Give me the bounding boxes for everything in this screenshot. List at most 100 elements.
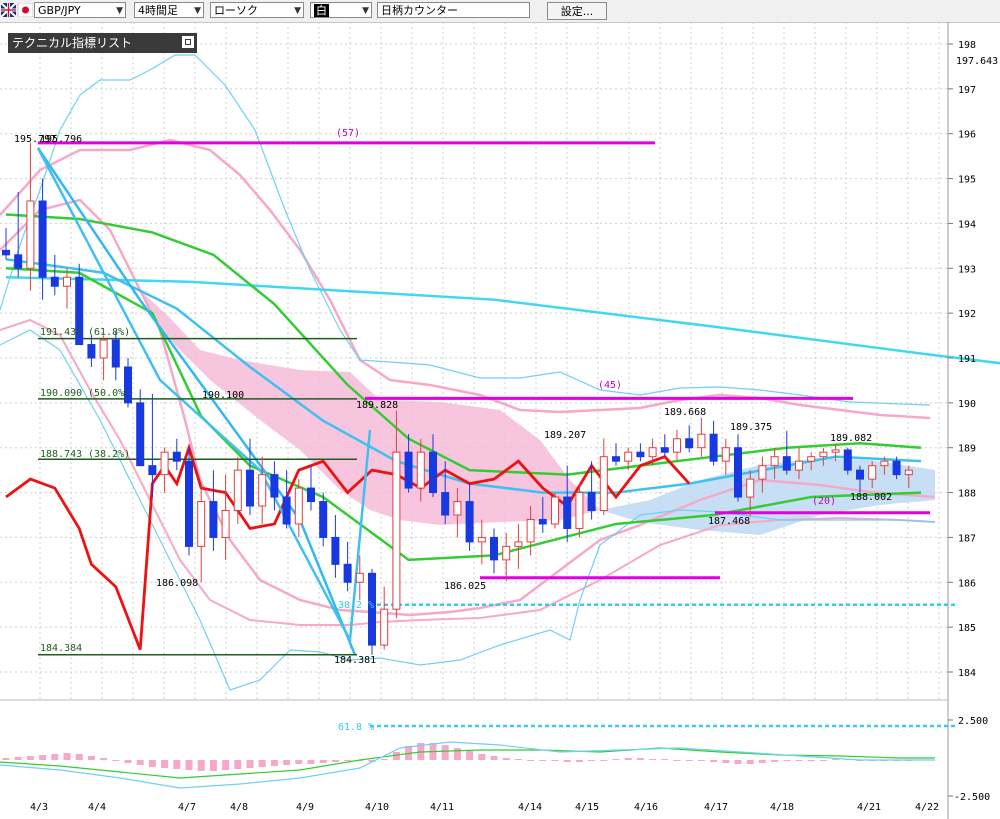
technical-indicator-panel[interactable]: テクニカル指標リスト: [8, 33, 197, 53]
candle-body: [221, 510, 230, 538]
price-tick-label: 196: [958, 130, 976, 141]
fib-label-low: 184.384: [40, 643, 82, 654]
macd-histogram-bar: [124, 760, 132, 763]
macd-histogram-bar: [478, 754, 486, 760]
candle-body: [392, 451, 401, 610]
candle-body: [892, 460, 901, 476]
swing-label-190100: 190.100: [202, 390, 244, 401]
macd-histogram-bar: [710, 760, 718, 762]
macd-histogram-bar: [722, 760, 730, 763]
candle-body: [624, 451, 633, 462]
fib-label-500: 190.090: [40, 388, 82, 399]
macd-histogram-bar: [136, 760, 144, 765]
macd-histogram-bar: [807, 760, 815, 761]
candle-body: [502, 545, 511, 561]
macd-panel: 2.500 -2.500: [0, 716, 990, 803]
candle-body: [782, 456, 791, 471]
candle-body: [551, 496, 559, 525]
count-label-45: (45): [598, 380, 622, 391]
candle-body: [831, 449, 840, 453]
bollinger-bands: [0, 54, 936, 691]
candle-body: [294, 487, 303, 525]
candle-body: [270, 474, 279, 498]
date-tick-label: 4/11: [430, 802, 454, 813]
candle-body: [416, 451, 425, 489]
macd-histogram-bar: [75, 754, 83, 760]
candle-body: [197, 501, 206, 547]
price-tick-label: 189: [958, 444, 976, 455]
count-label-20: (20): [812, 496, 836, 507]
candle-body: [660, 447, 669, 453]
date-tick-label: 4/17: [704, 802, 728, 813]
macd-histogram-bar: [161, 760, 169, 768]
macd-histogram-bar: [307, 760, 315, 764]
macd-histogram-bar: [771, 760, 779, 762]
swing-label-189375: 189.375: [730, 422, 772, 433]
date-tick-label: 4/15: [575, 802, 599, 813]
candle-body: [807, 456, 816, 462]
price-tick-label: 184: [958, 668, 976, 679]
macd-histogram-bar: [51, 754, 59, 760]
candle-body: [648, 447, 657, 458]
macd-histogram-bar: [600, 760, 608, 761]
macd-histogram-bar: [258, 760, 266, 767]
macd-histogram-bar: [209, 760, 217, 771]
macd-histogram-bar: [502, 758, 510, 760]
candle-body: [843, 449, 852, 471]
macd-histogram-bar: [2, 758, 10, 760]
candle-body: [404, 451, 413, 489]
macd-histogram-bar: [39, 755, 47, 760]
candle-body: [209, 501, 218, 538]
macd-histogram-bar: [185, 760, 193, 770]
price-tick-label: 198: [958, 40, 976, 51]
candle-body: [355, 572, 364, 583]
candle-body: [441, 492, 450, 516]
macd-tick-label: -2.500: [954, 792, 990, 803]
macd-tick-label: 2.500: [958, 716, 988, 727]
macd-histogram-bar: [783, 760, 791, 761]
bollinger-upper-2: [0, 138, 931, 420]
macd-histogram-bar: [222, 760, 230, 770]
chart-grid: [0, 22, 948, 700]
macd-histogram-bar: [612, 759, 620, 760]
date-tick-label: 4/14: [518, 802, 542, 813]
macd-histogram-bar: [661, 759, 669, 760]
candle-body: [538, 518, 547, 525]
restore-window-icon[interactable]: [182, 36, 194, 48]
fib-pct-382: (38.2%): [88, 449, 130, 460]
candle-body: [2, 249, 10, 256]
candle-body: [148, 465, 157, 476]
macd-histogram-bar: [697, 760, 705, 761]
fib-label-382: 188.743: [40, 449, 82, 460]
date-tick-label: 4/3: [30, 802, 48, 813]
candle-body: [856, 469, 864, 480]
macd-histogram-bar: [795, 760, 803, 761]
macd-histogram-bar: [148, 760, 156, 767]
macd-histogram-bar: [246, 760, 254, 768]
date-tick-label: 4/10: [365, 802, 389, 813]
candle-body: [709, 433, 718, 462]
macd-histogram-bar: [636, 758, 644, 760]
fib-pct-618: (61.8%): [88, 327, 130, 338]
candle-body: [612, 456, 620, 462]
high-label-2: 195.796: [40, 134, 82, 145]
candle-body: [868, 465, 877, 480]
swing-label-186025: 186.025: [444, 581, 486, 592]
candle-body: [233, 469, 242, 512]
macd-histogram-bar: [283, 760, 291, 765]
macd-histogram-bar: [734, 760, 742, 764]
price-tick-label: 187: [958, 533, 976, 544]
candle-body: [246, 469, 254, 507]
date-tick-label: 4/21: [857, 802, 881, 813]
macd-histogram-bar: [746, 760, 754, 764]
fib-pct-500: (50.0%): [88, 388, 130, 399]
date-tick-label: 4/16: [634, 802, 658, 813]
candle-body: [819, 451, 828, 458]
technical-indicator-title: テクニカル指標リスト: [12, 36, 133, 50]
price-chart[interactable]: 195.797195.796(57)191.431 (61.8%)190.090(…: [0, 0, 1000, 819]
price-tick-label: 193: [958, 264, 976, 275]
macd-histogram-bar: [234, 760, 242, 769]
macd-histogram-bar: [539, 760, 547, 761]
candle-body: [563, 496, 572, 529]
candle-body: [63, 276, 71, 287]
